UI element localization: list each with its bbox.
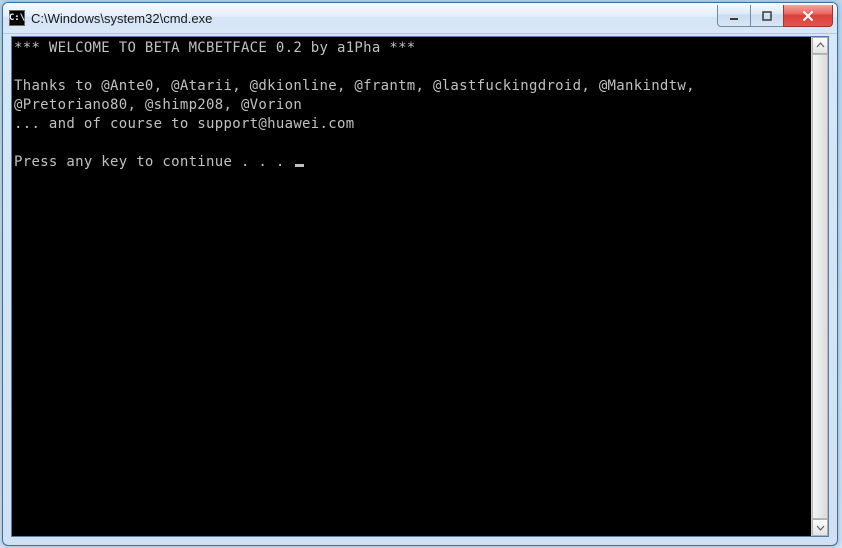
maximize-button[interactable]: [750, 5, 784, 27]
titlebar[interactable]: C:\ C:\Windows\system32\cmd.exe: [3, 3, 837, 34]
terminal-line: *** WELCOME TO BETA MCBETFACE 0.2 by a1P…: [14, 40, 416, 56]
scroll-down-button[interactable]: [812, 519, 828, 536]
minimize-icon: [728, 10, 740, 22]
app-icon: C:\: [9, 10, 25, 26]
scrollbar-thumb[interactable]: [812, 54, 828, 519]
terminal-output[interactable]: *** WELCOME TO BETA MCBETFACE 0.2 by a1P…: [12, 37, 811, 536]
cursor: [295, 164, 304, 167]
terminal-line: ... and of course to support@huawei.com: [14, 116, 354, 132]
close-button[interactable]: [783, 5, 833, 27]
window-title: C:\Windows\system32\cmd.exe: [31, 11, 717, 26]
minimize-button[interactable]: [717, 5, 751, 27]
maximize-icon: [761, 10, 773, 22]
vertical-scrollbar[interactable]: [811, 37, 828, 536]
cmd-window: C:\ C:\Windows\system32\cmd.exe *** WELC…: [2, 2, 838, 546]
terminal-prompt: Press any key to continue . . .: [14, 154, 293, 170]
client-area: *** WELCOME TO BETA MCBETFACE 0.2 by a1P…: [11, 36, 829, 537]
scrollbar-track[interactable]: [812, 54, 828, 519]
scroll-up-button[interactable]: [812, 37, 828, 54]
chevron-up-icon: [816, 41, 825, 50]
chevron-down-icon: [816, 523, 825, 532]
close-icon: [801, 10, 815, 22]
terminal-line: Thanks to @Ante0, @Atarii, @dkionline, @…: [14, 78, 704, 113]
